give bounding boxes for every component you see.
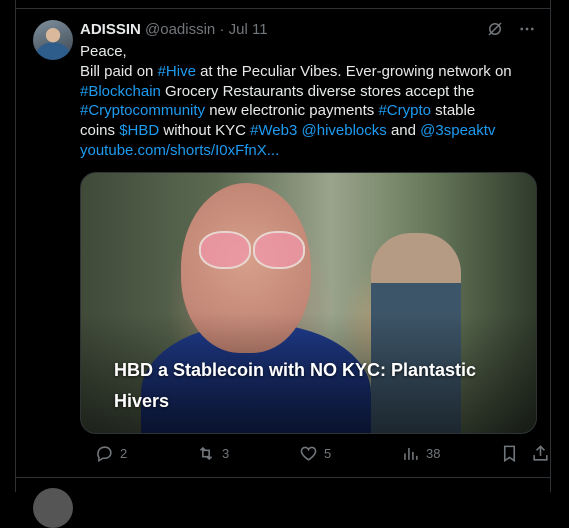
handle[interactable]: @oadissin — [145, 21, 215, 38]
tweet-text-segment: without KYC — [159, 122, 251, 140]
tweet-text-segment: Grocery Restaurants diverse stores accep… — [160, 82, 475, 100]
views-icon — [401, 444, 420, 463]
tweet-text-segment: and — [386, 122, 421, 140]
action-bar: 2 3 5 38 — [80, 444, 548, 466]
divider-top — [16, 8, 550, 9]
tweet-link[interactable]: $HBD — [119, 122, 159, 139]
bookmark-icon — [500, 444, 519, 463]
tweet-text: Peace, Bill paid on #Hive at the Peculiar… — [80, 42, 540, 161]
tweet-link[interactable]: @3speaktv — [420, 122, 495, 139]
tweet-line: coins $HBD without KYC #Web3 @hiveblocks… — [80, 121, 540, 141]
timeline-column: ADISSIN @oadissin · Jul 11 Peace, Bill pa… — [15, 0, 551, 528]
like-icon — [299, 444, 318, 463]
tweet-text-segment: stable — [431, 102, 476, 120]
tweet-text-segment: new electronic payments — [205, 102, 379, 120]
glasses-left — [199, 231, 251, 269]
share-button[interactable] — [531, 444, 550, 463]
repost-button[interactable]: 3 — [196, 444, 229, 463]
tweet-link[interactable]: youtube.com/shorts/I0xFfnX... — [80, 142, 279, 159]
tweet-text-segment: Bill paid on — [80, 62, 158, 80]
tweet-line: youtube.com/shorts/I0xFfnX... — [80, 141, 540, 161]
bookmark-button[interactable] — [500, 444, 519, 463]
separator: · — [219, 21, 225, 38]
tweet-link[interactable]: #Web3 — [250, 122, 297, 139]
repost-icon — [196, 444, 216, 463]
tweet-line: #Blockchain Grocery Restaurants diverse … — [80, 82, 540, 102]
tweet-text-segment: Peace, — [80, 43, 127, 60]
header-actions — [486, 20, 536, 43]
media-caption: HBD a Stablecoin with NO KYC: Plantastic… — [114, 360, 477, 411]
tweet-link[interactable]: #Blockchain — [80, 83, 161, 100]
video-thumbnail[interactable]: HBD a Stablecoin with NO KYC: Plantastic… — [80, 172, 537, 434]
reply-icon — [95, 444, 114, 463]
reply-count: 2 — [120, 446, 128, 461]
tweet-link[interactable]: #Cryptocommunity — [80, 102, 205, 119]
repost-count: 3 — [222, 446, 230, 461]
tweet-line: Bill paid on #Hive at the Peculiar Vibes… — [80, 62, 540, 82]
like-count: 5 — [324, 446, 332, 461]
glasses-right — [253, 231, 305, 269]
like-button[interactable]: 5 — [299, 444, 331, 463]
divider-bottom — [16, 477, 550, 478]
tweet-link[interactable]: #Hive — [158, 63, 196, 80]
share-icon — [531, 444, 550, 463]
more-icon[interactable] — [518, 20, 536, 43]
views-button[interactable]: 38 — [401, 444, 440, 463]
tweet-text-segment: coins — [80, 122, 120, 140]
tweet-text-segment: at the Peculiar Vibes. Ever-growing netw… — [195, 62, 512, 80]
tweet-date[interactable]: Jul 11 — [229, 21, 268, 38]
reply-button[interactable]: 2 — [95, 444, 127, 463]
avatar[interactable] — [33, 20, 73, 60]
grok-icon[interactable] — [486, 20, 504, 43]
tweet-line: #Cryptocommunity new electronic payments… — [80, 101, 540, 121]
next-tweet-avatar[interactable] — [33, 488, 73, 528]
tweet-line: Peace, — [80, 42, 540, 62]
tweet-header: ADISSIN @oadissin · Jul 11 — [80, 21, 268, 38]
views-count: 38 — [426, 446, 441, 461]
tweet-link[interactable]: #Crypto — [378, 102, 431, 119]
tweet-link[interactable]: @hiveblocks — [302, 122, 387, 139]
display-name[interactable]: ADISSIN — [80, 21, 141, 38]
